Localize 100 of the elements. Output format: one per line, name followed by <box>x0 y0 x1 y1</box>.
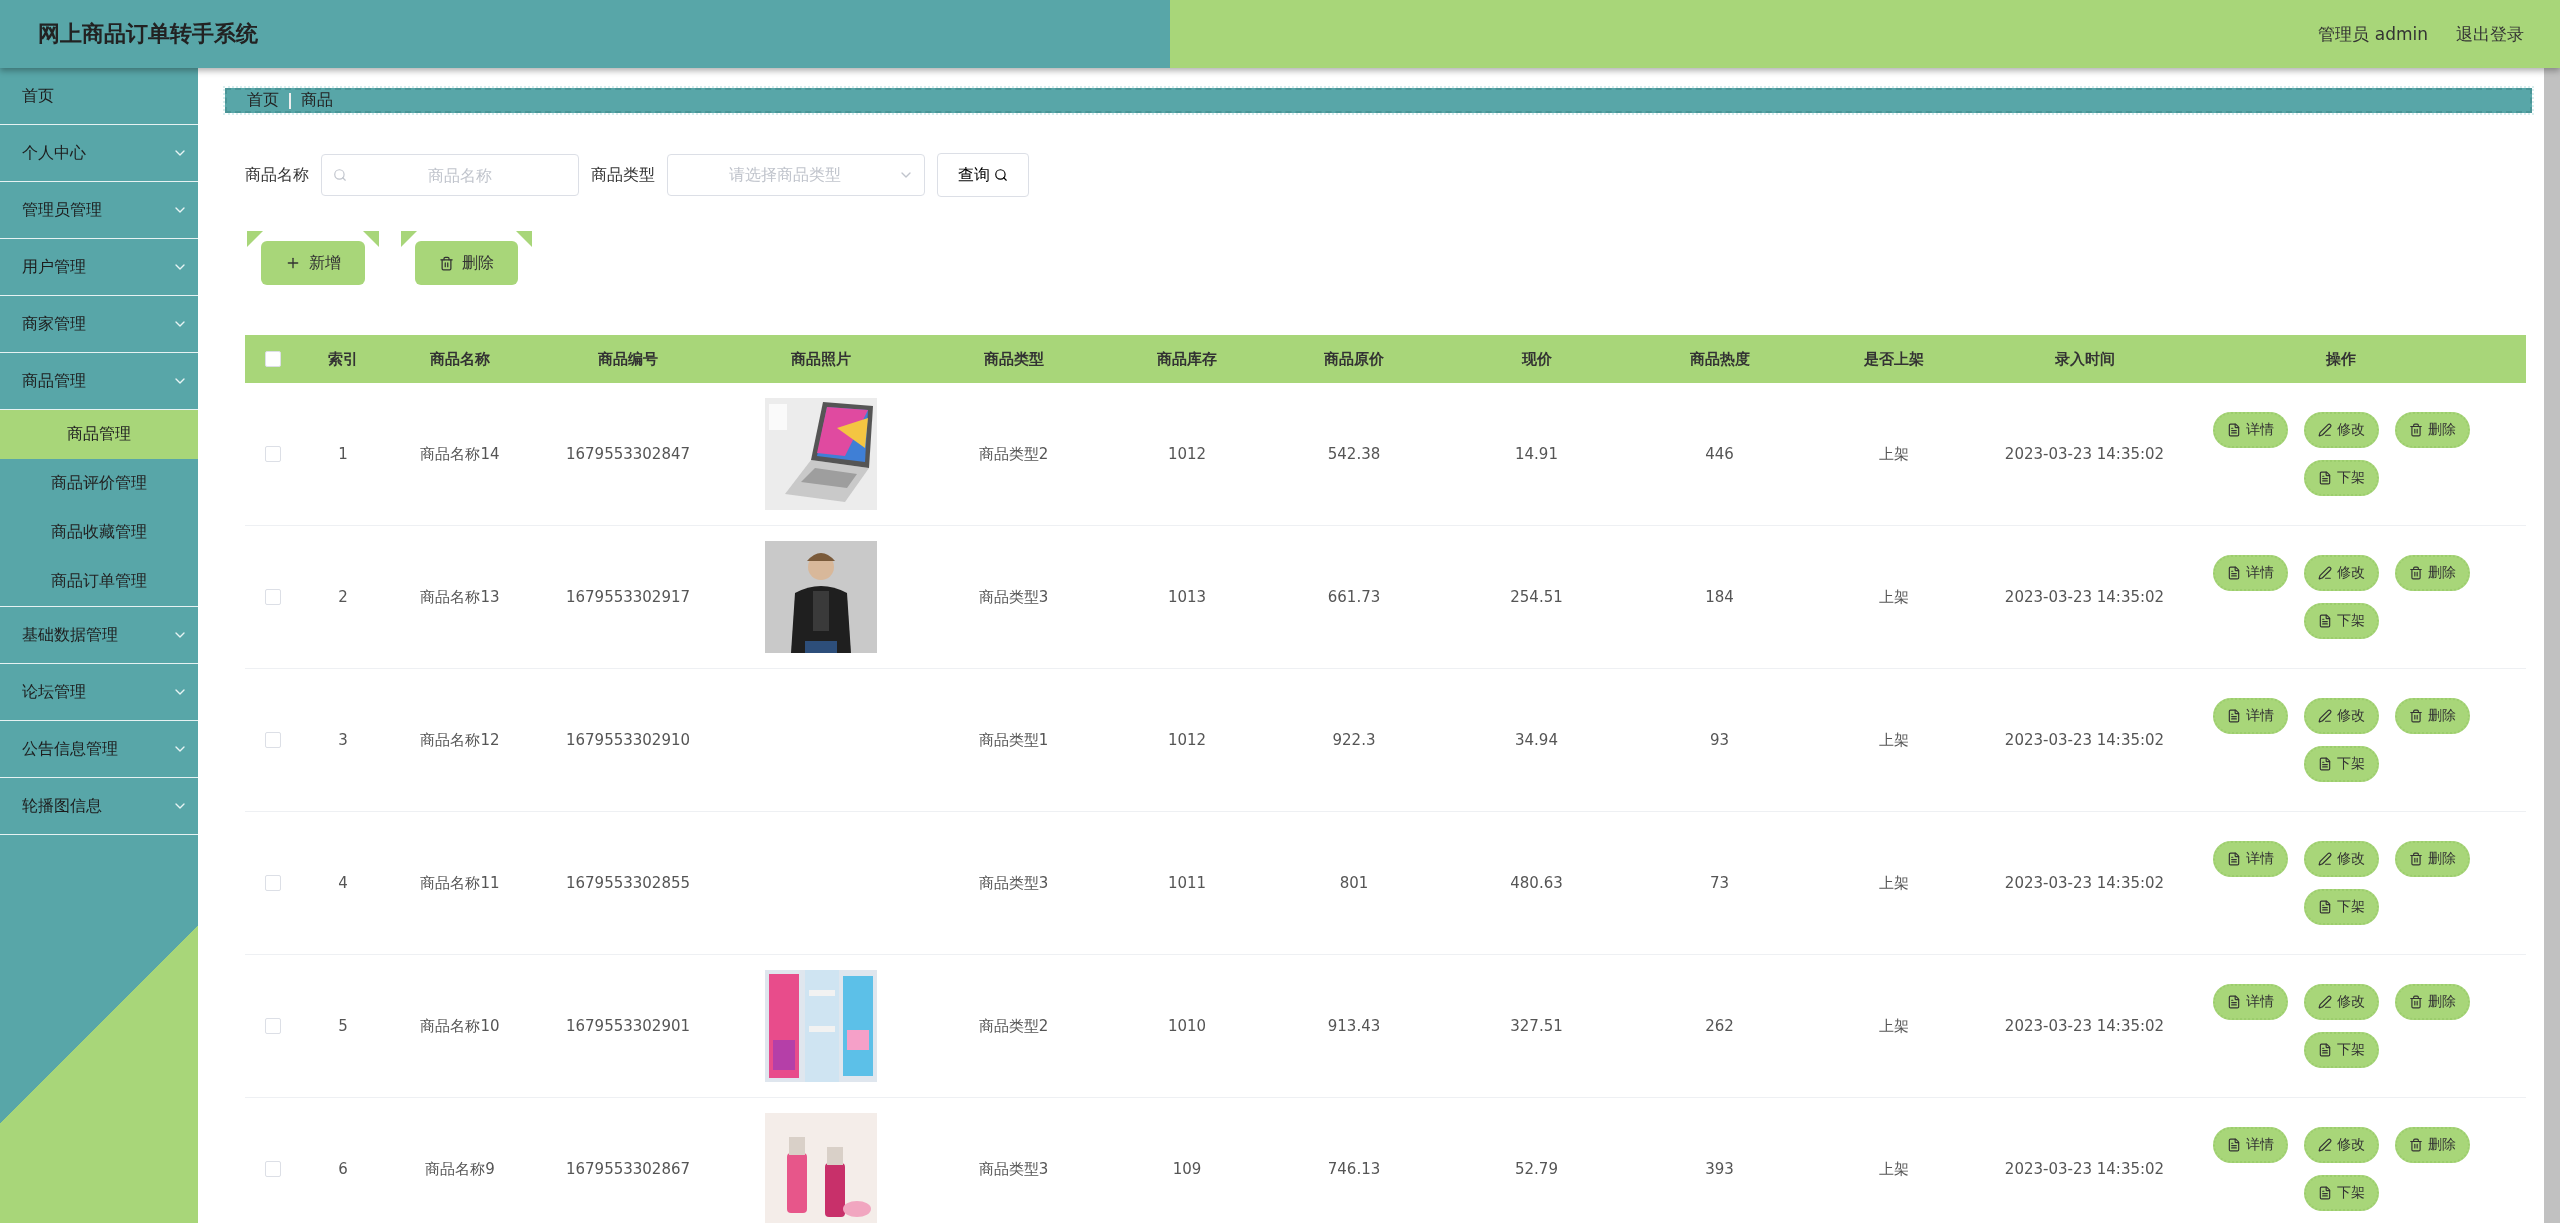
scrollbar[interactable] <box>2544 68 2560 1223</box>
query-button[interactable]: 查询 <box>937 153 1029 197</box>
logout-link[interactable]: 退出登录 <box>2456 22 2524 46</box>
sidebar-item[interactable]: 轮播图信息 <box>0 778 198 835</box>
document-icon <box>2226 852 2241 866</box>
sidebar-item[interactable]: 论坛管理 <box>0 664 198 721</box>
submenu-item[interactable]: 商品订单管理 <box>0 557 198 606</box>
column-header: 商品照片 <box>790 349 852 369</box>
edit-button[interactable]: 修改 <box>2303 841 2379 877</box>
table-cell-text: 上架 <box>1877 1015 1910 1037</box>
table-cell-text: 2023-03-23 14:35:02 <box>2003 586 2166 608</box>
submenu-item[interactable]: 商品收藏管理 <box>0 508 198 557</box>
table-cell-text: 393 <box>1704 1158 1735 1180</box>
sidebar-item[interactable]: 首页 <box>0 68 198 125</box>
table-cell-text: 1012 <box>1166 443 1208 465</box>
table-cell-text: 1679553302867 <box>564 1158 692 1180</box>
document-icon <box>2226 709 2241 723</box>
column-header: 商品类型 <box>982 349 1045 369</box>
select-all-checkbox[interactable] <box>264 351 281 367</box>
table-cell-text: 801 <box>1338 872 1370 894</box>
table-cell-text: 262 <box>1704 1015 1735 1037</box>
document-icon <box>2226 423 2241 437</box>
table-cell-text: 1679553302901 <box>564 1015 692 1037</box>
document-icon <box>2317 757 2332 771</box>
row-checkbox[interactable] <box>264 1161 281 1177</box>
row-checkbox[interactable] <box>264 446 281 462</box>
column-header: 录入时间 <box>2053 349 2116 369</box>
trash-icon <box>2408 995 2423 1009</box>
delete-button[interactable]: 删除 <box>2394 841 2470 877</box>
unlist-button[interactable]: 下架 <box>2303 1032 2379 1068</box>
edit-button[interactable]: 修改 <box>2303 555 2379 591</box>
trash-icon <box>2408 423 2423 437</box>
unlist-button[interactable]: 下架 <box>2303 746 2379 782</box>
details-button[interactable]: 详情 <box>2212 841 2288 877</box>
table-cell-text: 商品类型2 <box>977 443 1050 465</box>
unlist-button[interactable]: 下架 <box>2303 460 2379 496</box>
sidebar-item[interactable]: 个人中心 <box>0 125 198 182</box>
delete-button[interactable]: 删除 <box>2394 1127 2470 1163</box>
table-cell-text: 73 <box>1708 872 1731 894</box>
table-cell-text: 661.73 <box>1326 586 1382 608</box>
table-cell-text: 184 <box>1704 586 1735 608</box>
details-button[interactable]: 详情 <box>2212 1127 2288 1163</box>
row-checkbox[interactable] <box>264 732 281 748</box>
table-cell-text: 109 <box>1171 1158 1203 1180</box>
table-cell-text: 商品名称9 <box>424 1158 496 1180</box>
table-cell-text: 6 <box>337 1158 349 1180</box>
details-button[interactable]: 详情 <box>2212 698 2288 734</box>
edit-button[interactable]: 修改 <box>2303 984 2379 1020</box>
table-cell-text: 商品类型1 <box>977 729 1050 751</box>
table-cell-text: 2023-03-23 14:35:02 <box>2003 729 2166 751</box>
delete-button[interactable]: 删除 <box>2394 555 2470 591</box>
table-cell-text: 商品名称12 <box>419 729 501 751</box>
table-cell-text: 327.51 <box>1509 1015 1564 1037</box>
pen-icon <box>2317 852 2332 866</box>
table-cell-text: 14.91 <box>1514 443 1559 465</box>
user-label: 管理员 admin <box>2318 22 2428 46</box>
table-cell-text: 480.63 <box>1509 872 1564 894</box>
submenu-item[interactable]: 商品评价管理 <box>0 459 198 508</box>
details-button[interactable]: 详情 <box>2212 984 2288 1020</box>
plus-icon <box>285 255 301 271</box>
row-checkbox[interactable] <box>264 1018 281 1034</box>
trash-icon <box>2408 1138 2423 1152</box>
unlist-button[interactable]: 下架 <box>2303 603 2379 639</box>
document-icon <box>2226 566 2241 580</box>
details-button[interactable]: 详情 <box>2212 555 2288 591</box>
row-checkbox[interactable] <box>264 875 281 891</box>
delete-button[interactable]: 删除 <box>2394 698 2470 734</box>
document-icon <box>2226 1138 2241 1152</box>
field-label: 商品类型 <box>591 164 655 186</box>
table-cell-text: 446 <box>1704 443 1735 465</box>
sidebar-item[interactable]: 商家管理 <box>0 296 198 353</box>
submenu-item[interactable]: 商品管理 <box>0 410 198 459</box>
pen-icon <box>2317 995 2332 1009</box>
document-icon <box>2317 1043 2332 1057</box>
table-cell-text: 商品名称11 <box>419 872 501 894</box>
edit-button[interactable]: 修改 <box>2303 698 2379 734</box>
breadcrumb-item: 商品 <box>301 90 333 111</box>
table-cell-text: 上架 <box>1877 443 1910 465</box>
sidebar-item[interactable]: 公告信息管理 <box>0 721 198 778</box>
unlist-button[interactable]: 下架 <box>2303 889 2379 925</box>
table-cell-text: 922.3 <box>1331 729 1377 751</box>
table-cell-text: 商品名称14 <box>419 443 501 465</box>
document-icon <box>2226 995 2241 1009</box>
sidebar-item[interactable]: 用户管理 <box>0 239 198 296</box>
table-cell-text: 542.38 <box>1326 443 1382 465</box>
sidebar-item[interactable]: 管理员管理 <box>0 182 198 239</box>
details-button[interactable]: 详情 <box>2212 412 2288 448</box>
column-header: 商品编号 <box>597 349 659 369</box>
breadcrumb-item[interactable]: 首页 <box>247 90 279 111</box>
delete-button[interactable]: 删除 <box>2394 412 2470 448</box>
unlist-button[interactable]: 下架 <box>2303 1175 2379 1211</box>
row-checkbox[interactable] <box>264 589 281 605</box>
trash-icon <box>2408 709 2423 723</box>
column-header: 操作 <box>2325 349 2357 369</box>
table-cell-text: 4 <box>337 872 349 894</box>
edit-button[interactable]: 修改 <box>2303 412 2379 448</box>
name-search-field[interactable]: 商品名称 <box>321 154 579 196</box>
delete-button[interactable]: 删除 <box>2394 984 2470 1020</box>
sidebar-item[interactable]: 基础数据管理 <box>0 607 198 664</box>
edit-button[interactable]: 修改 <box>2303 1127 2379 1163</box>
